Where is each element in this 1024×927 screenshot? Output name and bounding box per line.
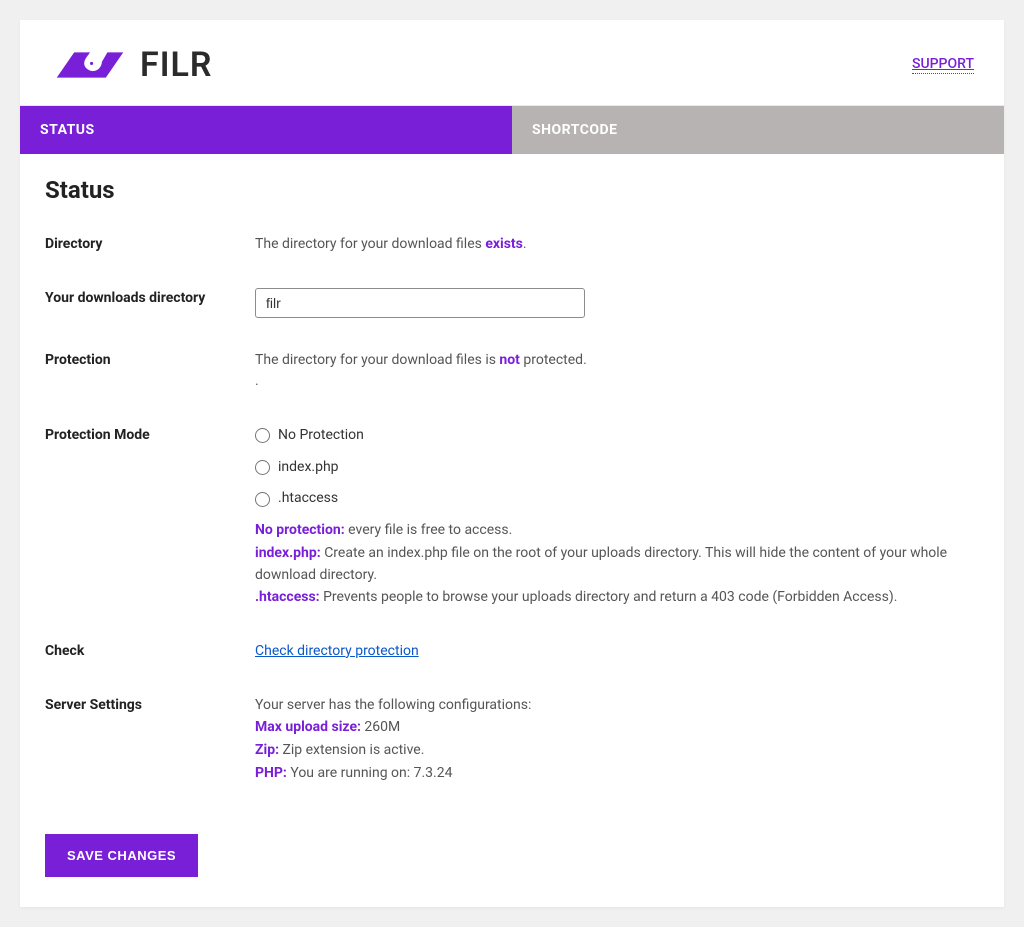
- protection-text-after: protected.: [520, 352, 587, 368]
- support-link[interactable]: SUPPORT: [912, 56, 974, 74]
- row-check: Check Check directory protection: [45, 641, 979, 663]
- value-check: Check directory protection: [255, 641, 979, 663]
- radio-index-php[interactable]: index.php: [255, 457, 979, 479]
- tab-status[interactable]: STATUS: [20, 106, 512, 154]
- brand-name: FILR: [140, 45, 212, 85]
- radio-index-php-label: index.php: [278, 457, 339, 479]
- downloads-dir-input[interactable]: [255, 288, 585, 318]
- server-max-upload-val: 260M: [361, 719, 400, 735]
- desc-htaccess-text: Prevents people to browse your uploads d…: [320, 589, 898, 605]
- protection-text-before: The directory for your download files is: [255, 352, 499, 368]
- desc-no-protection: No protection: every file is free to acc…: [255, 520, 979, 542]
- content: Status Directory The directory for your …: [20, 154, 1004, 907]
- value-directory: The directory for your download files ex…: [255, 234, 979, 256]
- tab-shortcode[interactable]: SHORTCODE: [512, 106, 1004, 154]
- label-directory: Directory: [45, 234, 255, 252]
- header: FILR SUPPORT: [20, 20, 1004, 105]
- radio-no-protection[interactable]: No Protection: [255, 425, 979, 447]
- radio-no-protection-label: No Protection: [278, 425, 364, 447]
- radio-htaccess[interactable]: .htaccess: [255, 488, 979, 510]
- value-protection: The directory for your download files is…: [255, 350, 979, 393]
- row-server-settings: Server Settings Your server has the foll…: [45, 695, 979, 785]
- row-protection: Protection The directory for your downlo…: [45, 350, 979, 393]
- radio-index-php-input[interactable]: [255, 460, 270, 475]
- desc-index-php: index.php: Create an index.php file on t…: [255, 543, 979, 586]
- desc-htaccess: .htaccess: Prevents people to browse you…: [255, 587, 979, 609]
- row-directory: Directory The directory for your downloa…: [45, 234, 979, 256]
- protection-status-word: not: [499, 352, 520, 368]
- tabs: STATUS SHORTCODE: [20, 105, 1004, 154]
- directory-text-after: .: [523, 236, 527, 252]
- server-max-upload-lead: Max upload size:: [255, 719, 361, 735]
- radio-htaccess-label: .htaccess: [278, 488, 338, 510]
- value-server-settings: Your server has the following configurat…: [255, 695, 979, 785]
- desc-index-php-lead: index.php:: [255, 545, 321, 561]
- label-downloads-dir: Your downloads directory: [45, 288, 255, 306]
- server-zip-lead: Zip:: [255, 742, 279, 758]
- server-zip: Zip: Zip extension is active.: [255, 740, 979, 762]
- radio-htaccess-input[interactable]: [255, 492, 270, 507]
- desc-no-protection-lead: No protection:: [255, 522, 345, 538]
- value-downloads-dir: [255, 288, 979, 318]
- label-check: Check: [45, 641, 255, 659]
- desc-index-php-text: Create an index.php file on the root of …: [255, 545, 947, 583]
- label-protection: Protection: [45, 350, 255, 368]
- save-button[interactable]: SAVE CHANGES: [45, 834, 198, 877]
- brand-logo: FILR: [50, 45, 212, 85]
- directory-status-word: exists: [485, 236, 523, 252]
- label-server-settings: Server Settings: [45, 695, 255, 713]
- filr-logo-icon: [50, 46, 130, 84]
- desc-no-protection-text: every file is free to access.: [345, 522, 513, 538]
- desc-htaccess-lead: .htaccess:: [255, 589, 320, 605]
- server-max-upload: Max upload size: 260M: [255, 717, 979, 739]
- server-intro: Your server has the following configurat…: [255, 695, 979, 717]
- server-php-val: You are running on: 7.3.24: [287, 765, 453, 781]
- server-zip-val: Zip extension is active.: [279, 742, 424, 758]
- row-downloads-dir: Your downloads directory: [45, 288, 979, 318]
- protection-trailing: .: [255, 371, 979, 393]
- label-protection-mode: Protection Mode: [45, 425, 255, 443]
- value-protection-mode: No Protection index.php .htaccess No pro…: [255, 425, 979, 609]
- page-title: Status: [45, 176, 979, 204]
- row-protection-mode: Protection Mode No Protection index.php …: [45, 425, 979, 609]
- check-protection-link[interactable]: Check directory protection: [255, 643, 419, 659]
- server-php-lead: PHP:: [255, 765, 287, 781]
- server-php: PHP: You are running on: 7.3.24: [255, 763, 979, 785]
- settings-card: FILR SUPPORT STATUS SHORTCODE Status Dir…: [20, 20, 1004, 907]
- radio-no-protection-input[interactable]: [255, 428, 270, 443]
- directory-text-before: The directory for your download files: [255, 236, 485, 252]
